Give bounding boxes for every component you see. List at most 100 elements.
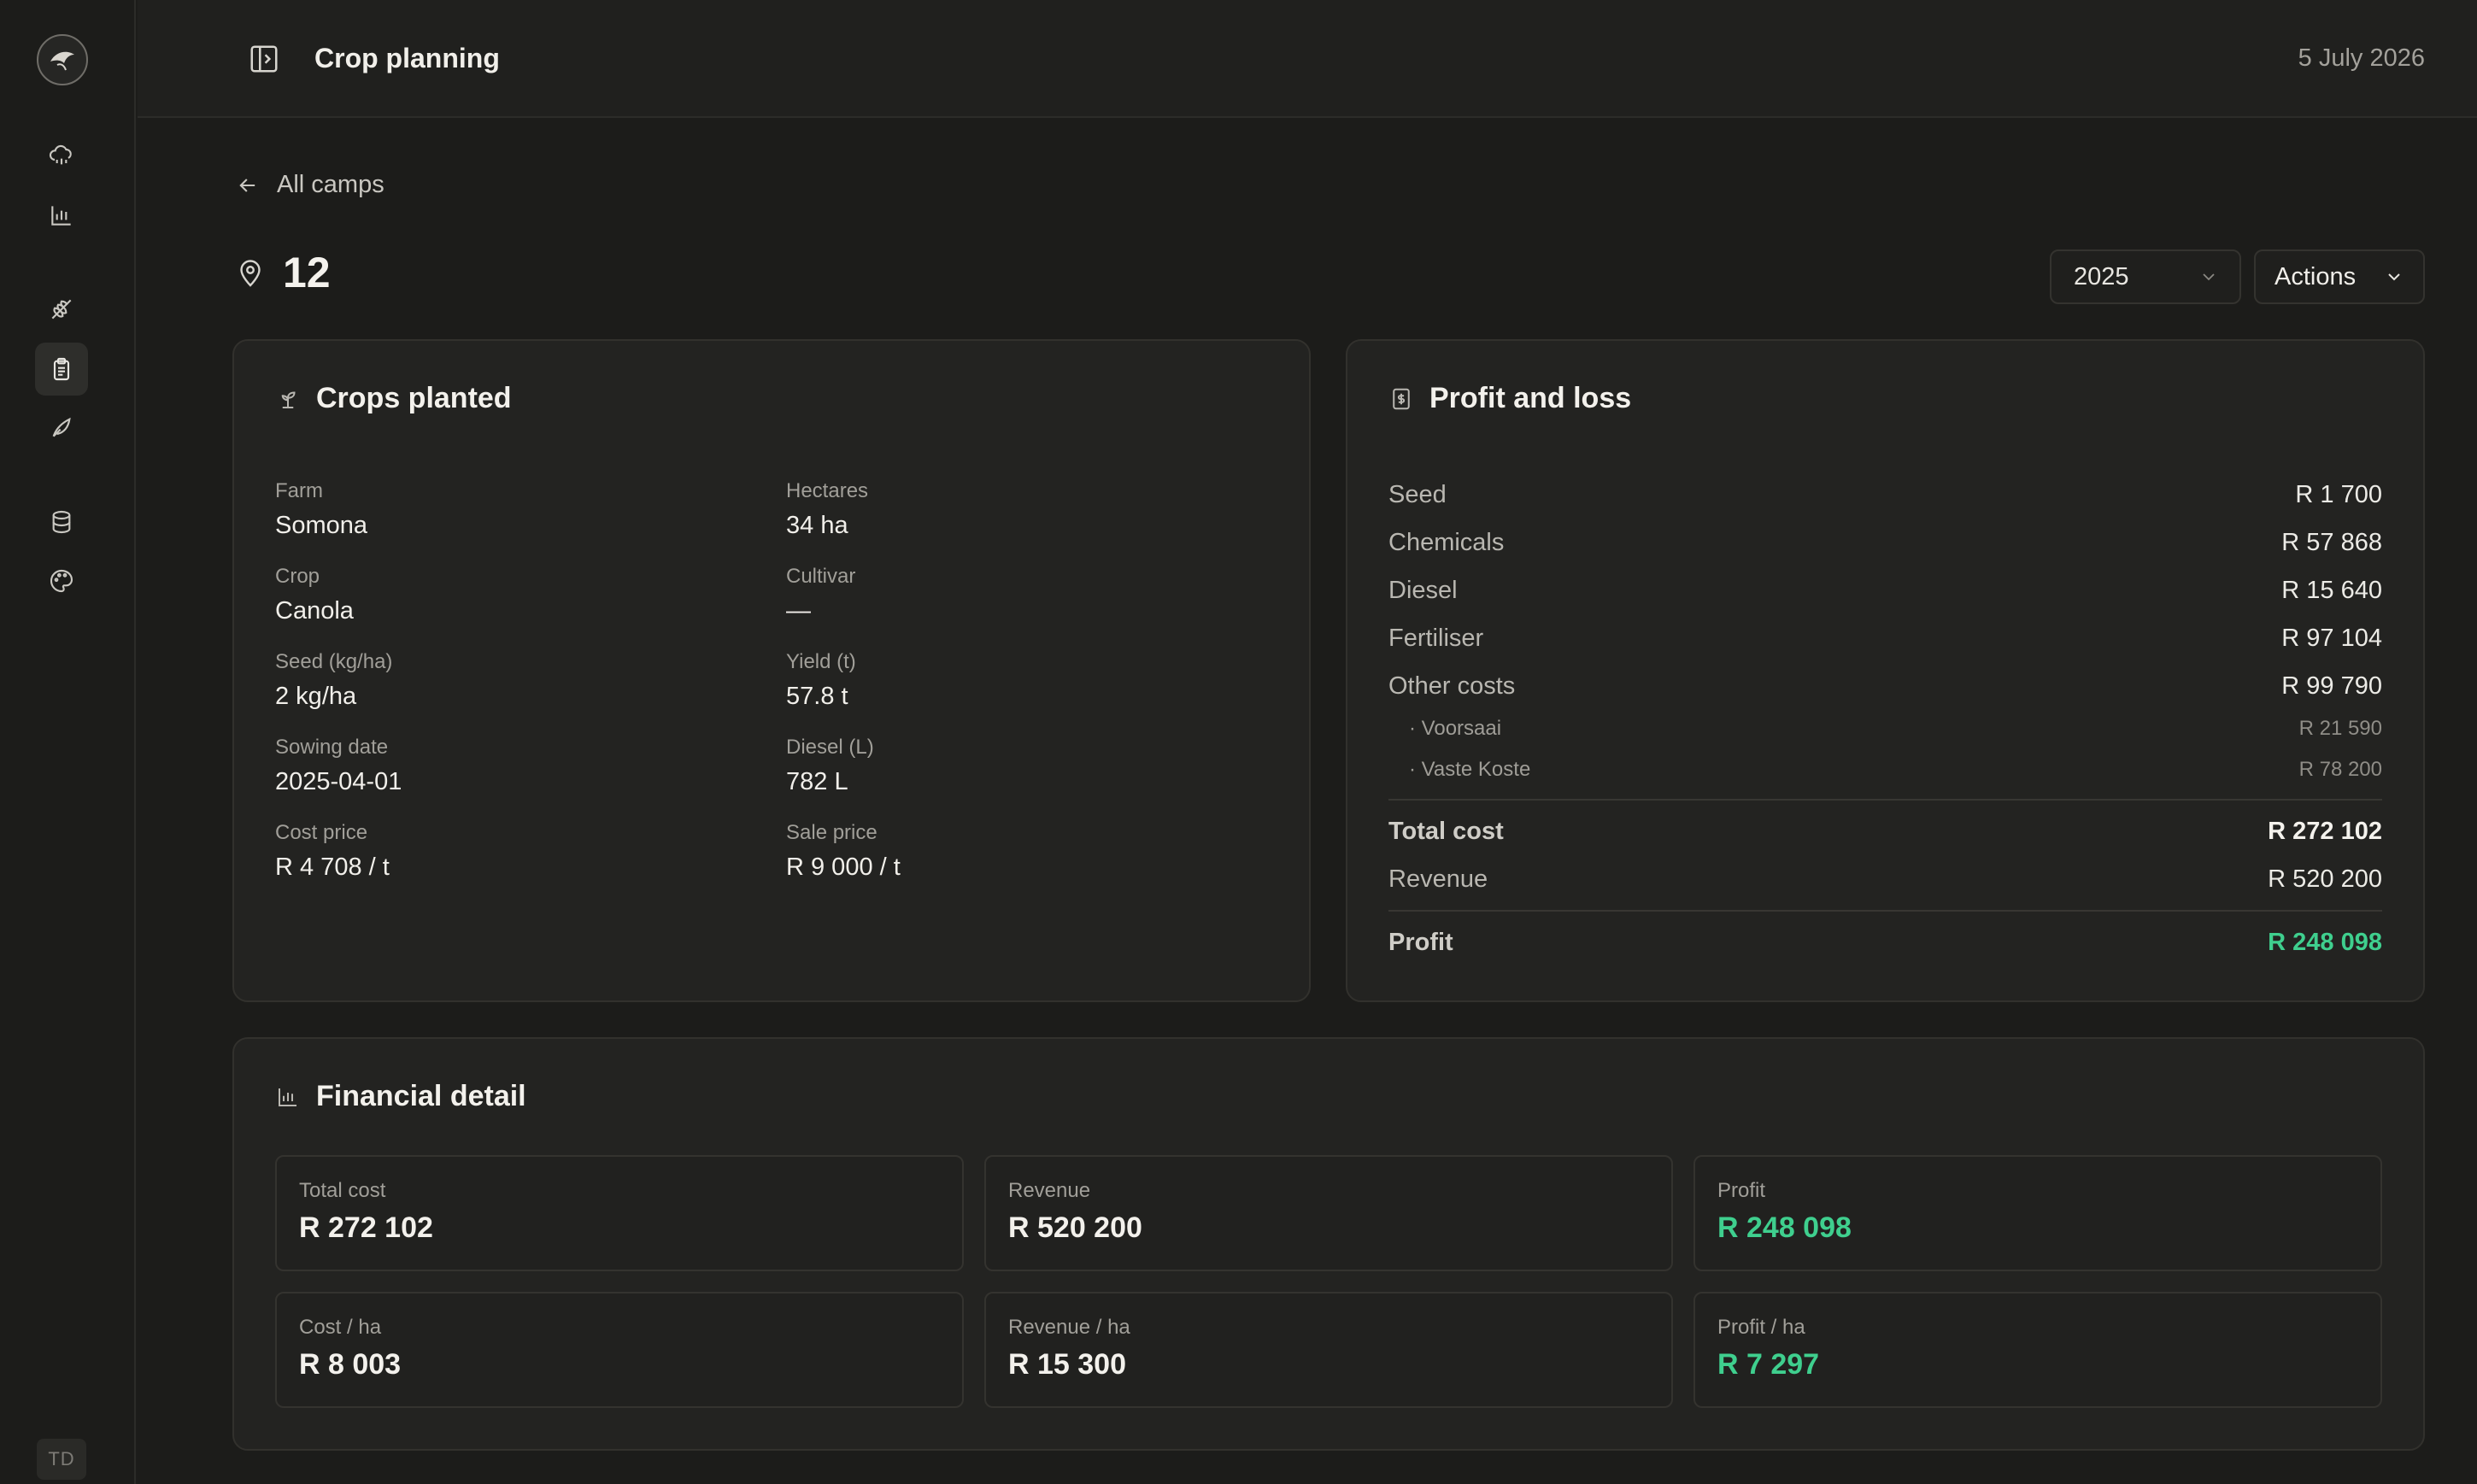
field-label: Sale price — [786, 821, 878, 844]
pl-value: R 272 102 — [2268, 818, 2382, 845]
planting-nav-button[interactable] — [35, 401, 88, 454]
field-diesel: Diesel (L) 782 L — [786, 736, 874, 796]
actions-dropdown-button[interactable]: Actions — [2254, 249, 2425, 304]
bar-chart-icon — [51, 206, 71, 226]
camp-name: 12 — [283, 249, 331, 296]
pl-row-fertiliser: Fertiliser R 97 104 — [1388, 625, 2382, 653]
field-hectares: Hectares 34 ha — [786, 479, 868, 540]
pl-row-voorsaai: · Voorsaai R 21 590 — [1388, 717, 2382, 741]
metric-value: R 8 003 — [299, 1348, 402, 1381]
metric-label: Profit — [1717, 1179, 1766, 1202]
field-label: Diesel (L) — [786, 736, 874, 759]
panel-toggle-icon — [250, 45, 278, 73]
sidebar: TD — [0, 0, 136, 1484]
field-label: Farm — [275, 479, 323, 502]
chevron-down-icon — [2203, 273, 2215, 281]
field-label: Seed (kg/ha) — [275, 650, 393, 673]
field-value: Somona — [275, 512, 368, 539]
pl-row-profit: Profit R 248 098 — [1388, 929, 2382, 957]
pl-value: R 1 700 — [2295, 481, 2382, 508]
pl-value: R 21 590 — [2298, 717, 2382, 740]
data-nav-button[interactable] — [35, 496, 88, 548]
field-value: Canola — [275, 597, 354, 625]
field-label: Cultivar — [786, 565, 856, 588]
map-pin-icon — [240, 260, 261, 287]
field-value: 2025-04-01 — [275, 768, 402, 795]
divider — [1388, 799, 2382, 801]
metric-total-cost: Total cost R 272 102 — [275, 1155, 964, 1271]
year-select[interactable]: 2025 — [2050, 249, 2241, 304]
avatar[interactable]: TD — [37, 1439, 86, 1480]
field-cultivar: Cultivar — — [786, 565, 855, 625]
pl-label: Diesel — [1388, 577, 1458, 604]
field-farm: Farm Somona — [275, 479, 367, 540]
page-title: Crop planning — [314, 43, 500, 73]
metric-revenue-per-ha: Revenue / ha R 15 300 — [984, 1292, 1673, 1408]
metric-value: R 520 200 — [1008, 1211, 1142, 1244]
chevron-down-icon — [2388, 273, 2400, 281]
back-to-all-camps-link[interactable]: All camps — [236, 171, 384, 199]
cloud-rain-icon — [49, 144, 72, 165]
top-bar: Crop planning 5 July 2026 — [138, 0, 2477, 118]
metric-profit: Profit R 248 098 — [1693, 1155, 2382, 1271]
metric-revenue: Revenue R 520 200 — [984, 1155, 1673, 1271]
current-date: 5 July 2026 — [2298, 44, 2425, 72]
crops-planted-card: Crops planted Farm Somona Hectares 34 ha… — [232, 339, 1311, 1002]
metric-label: Profit / ha — [1717, 1316, 1805, 1339]
pl-value: R 57 868 — [2281, 529, 2382, 556]
metric-cost-per-ha: Cost / ha R 8 003 — [275, 1292, 964, 1408]
financial-detail-card: Financial detail Total cost R 272 102 Re… — [232, 1037, 2425, 1451]
profit-and-loss-header: Profit and loss — [1388, 382, 1631, 415]
field-value: 34 ha — [786, 512, 848, 539]
pl-value: R 248 098 — [2268, 929, 2382, 956]
card-title: Financial detail — [316, 1080, 526, 1112]
database-icon — [52, 510, 71, 534]
camp-heading: 12 — [235, 248, 331, 297]
crop-planning-nav-button[interactable] — [35, 343, 88, 396]
field-value: 2 kg/ha — [275, 683, 357, 710]
pl-label: Fertiliser — [1388, 625, 1484, 652]
pl-row-seed: Seed R 1 700 — [1388, 481, 2382, 509]
pl-value: R 520 200 — [2268, 865, 2382, 893]
field-crop: Crop Canola — [275, 565, 354, 625]
pl-label: Total cost — [1388, 818, 1504, 845]
metric-value: R 7 297 — [1717, 1348, 1820, 1381]
pl-label: Seed — [1388, 481, 1447, 508]
theme-nav-button[interactable] — [35, 554, 88, 607]
weather-nav-button[interactable] — [35, 130, 88, 183]
metric-value: R 272 102 — [299, 1211, 433, 1244]
pl-value: R 97 104 — [2281, 625, 2382, 652]
receipt-icon — [1393, 388, 1410, 409]
sidebar-toggle-button[interactable] — [246, 41, 282, 77]
field-value: 782 L — [786, 768, 848, 795]
pl-row-chemicals: Chemicals R 57 868 — [1388, 529, 2382, 557]
profit-and-loss-card: Profit and loss Seed R 1 700 Chemicals R… — [1346, 339, 2425, 1002]
metric-label: Revenue — [1008, 1179, 1091, 1202]
field-value: — — [786, 597, 811, 625]
arrow-left-icon — [239, 178, 255, 192]
field-label: Yield (t) — [786, 650, 856, 673]
field-sale-price: Sale price R 9 000 / t — [786, 821, 901, 882]
pl-label: · Voorsaai — [1409, 717, 1502, 740]
field-value: 57.8 t — [786, 683, 848, 710]
pl-label: Chemicals — [1388, 529, 1505, 556]
pl-row-revenue: Revenue R 520 200 — [1388, 865, 2382, 894]
financial-detail-header: Financial detail — [275, 1080, 526, 1113]
bar-chart-icon — [279, 1088, 296, 1106]
clipboard-icon — [53, 357, 70, 381]
crops-nav-button[interactable] — [35, 283, 88, 336]
pl-row-diesel: Diesel R 15 640 — [1388, 577, 2382, 605]
metric-value: R 15 300 — [1008, 1348, 1126, 1381]
sprout-icon — [52, 417, 71, 437]
sprout-icon — [281, 390, 296, 408]
metric-profit-per-ha: Profit / ha R 7 297 — [1693, 1292, 2382, 1408]
year-select-value: 2025 — [2074, 262, 2129, 290]
logo-icon[interactable] — [37, 34, 88, 85]
field-label: Crop — [275, 565, 320, 588]
reports-nav-button[interactable] — [35, 189, 88, 242]
pl-label: · Vaste Koste — [1409, 758, 1531, 781]
field-yield: Yield (t) 57.8 t — [786, 650, 856, 711]
wheat-icon — [51, 299, 72, 320]
card-title: Crops planted — [316, 382, 512, 414]
field-cost-price: Cost price R 4 708 / t — [275, 821, 390, 882]
